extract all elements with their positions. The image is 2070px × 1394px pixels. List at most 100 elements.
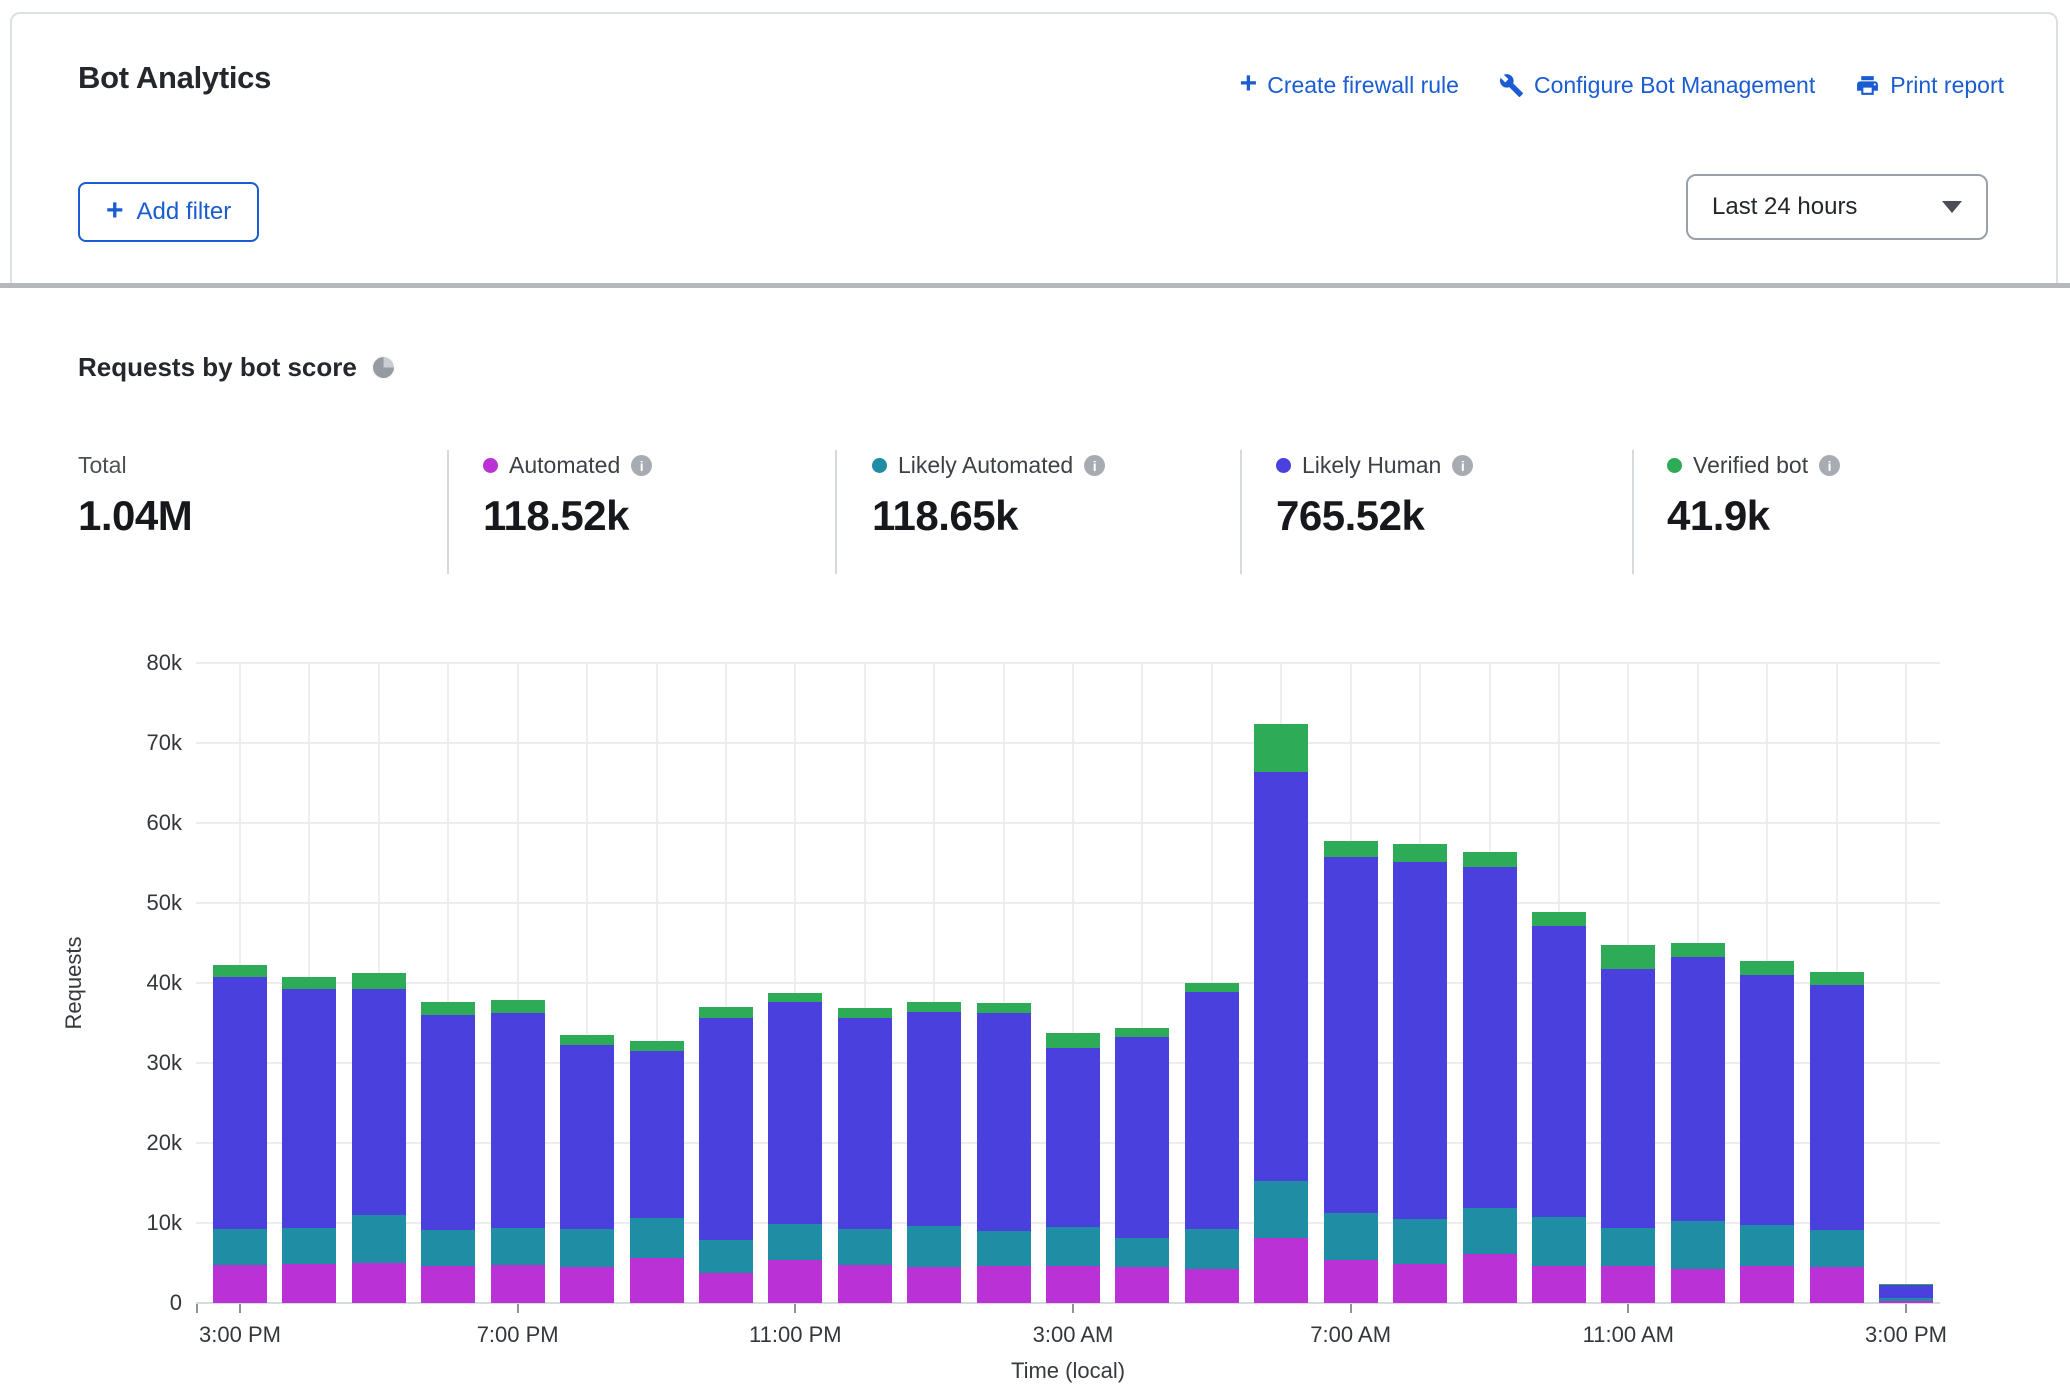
bar-segment-automated[interactable] bbox=[838, 1265, 892, 1303]
bar-segment-automated[interactable] bbox=[282, 1264, 336, 1303]
bar-segment-verified-bot[interactable] bbox=[1115, 1028, 1169, 1038]
bar-segment-likely-human[interactable] bbox=[1879, 1285, 1933, 1299]
bar-segment-automated[interactable] bbox=[907, 1267, 961, 1303]
bar-segment-verified-bot[interactable] bbox=[1393, 844, 1447, 862]
bar-segment-verified-bot[interactable] bbox=[491, 1000, 545, 1014]
bar-segment-likely-automated[interactable] bbox=[1393, 1219, 1447, 1264]
bar-segment-verified-bot[interactable] bbox=[1046, 1033, 1100, 1048]
bar-segment-verified-bot[interactable] bbox=[1601, 945, 1655, 969]
bar-segment-verified-bot[interactable] bbox=[1185, 983, 1239, 992]
bar-segment-likely-human[interactable] bbox=[282, 989, 336, 1227]
bar-segment-likely-human[interactable] bbox=[213, 977, 267, 1228]
bar-segment-verified-bot[interactable] bbox=[213, 965, 267, 977]
bar-segment-likely-human[interactable] bbox=[907, 1012, 961, 1226]
bar-segment-likely-automated[interactable] bbox=[1532, 1217, 1586, 1267]
bar-segment-likely-human[interactable] bbox=[630, 1051, 684, 1218]
bar-segment-automated[interactable] bbox=[699, 1273, 753, 1303]
bar-segment-likely-human[interactable] bbox=[1463, 867, 1517, 1208]
bar-segment-automated[interactable] bbox=[977, 1266, 1031, 1303]
bar-segment-automated[interactable] bbox=[352, 1263, 406, 1303]
time-range-select[interactable]: Last 24 hours bbox=[1686, 174, 1988, 240]
bar-segment-automated[interactable] bbox=[560, 1267, 614, 1303]
bar-segment-verified-bot[interactable] bbox=[1671, 943, 1725, 957]
bar-segment-automated[interactable] bbox=[630, 1258, 684, 1303]
bar-segment-verified-bot[interactable] bbox=[907, 1002, 961, 1012]
info-icon[interactable]: i bbox=[1452, 455, 1473, 476]
bar-segment-likely-automated[interactable] bbox=[699, 1240, 753, 1274]
bar-segment-likely-human[interactable] bbox=[491, 1013, 545, 1227]
bar-segment-likely-human[interactable] bbox=[1601, 969, 1655, 1227]
bar-segment-likely-human[interactable] bbox=[699, 1018, 753, 1240]
bar-segment-verified-bot[interactable] bbox=[282, 977, 336, 990]
bar-segment-verified-bot[interactable] bbox=[699, 1007, 753, 1018]
bar-segment-likely-automated[interactable] bbox=[1463, 1208, 1517, 1254]
bar-segment-likely-human[interactable] bbox=[977, 1013, 1031, 1231]
bar-segment-verified-bot[interactable] bbox=[630, 1041, 684, 1051]
bar-segment-likely-automated[interactable] bbox=[977, 1231, 1031, 1266]
bar-segment-verified-bot[interactable] bbox=[768, 993, 822, 1003]
bar-segment-automated[interactable] bbox=[213, 1265, 267, 1303]
bar-segment-automated[interactable] bbox=[768, 1260, 822, 1303]
bar-segment-likely-human[interactable] bbox=[1671, 957, 1725, 1221]
bar-segment-likely-automated[interactable] bbox=[421, 1230, 475, 1266]
bar-segment-likely-human[interactable] bbox=[352, 989, 406, 1215]
bar-segment-likely-automated[interactable] bbox=[838, 1229, 892, 1265]
bar-segment-likely-automated[interactable] bbox=[1879, 1298, 1933, 1300]
create-firewall-rule-link[interactable]: + Create firewall rule bbox=[1240, 72, 1459, 99]
bar-segment-likely-automated[interactable] bbox=[1324, 1213, 1378, 1259]
bar-segment-likely-human[interactable] bbox=[1393, 862, 1447, 1219]
bar-segment-likely-automated[interactable] bbox=[1046, 1227, 1100, 1266]
info-icon[interactable]: i bbox=[1084, 455, 1105, 476]
bar-segment-verified-bot[interactable] bbox=[977, 1003, 1031, 1013]
bar-segment-automated[interactable] bbox=[1393, 1264, 1447, 1303]
info-icon[interactable]: i bbox=[1819, 455, 1840, 476]
bar-segment-likely-automated[interactable] bbox=[213, 1229, 267, 1266]
bar-segment-automated[interactable] bbox=[1879, 1301, 1933, 1303]
bar-segment-verified-bot[interactable] bbox=[1324, 841, 1378, 856]
bar-segment-likely-human[interactable] bbox=[1810, 985, 1864, 1230]
bar-segment-likely-automated[interactable] bbox=[1671, 1221, 1725, 1269]
bar-segment-likely-human[interactable] bbox=[838, 1018, 892, 1229]
bar-segment-automated[interactable] bbox=[1532, 1266, 1586, 1303]
bar-segment-verified-bot[interactable] bbox=[1532, 912, 1586, 926]
bar-segment-verified-bot[interactable] bbox=[1463, 852, 1517, 867]
bar-segment-likely-automated[interactable] bbox=[491, 1228, 545, 1266]
bar-segment-likely-human[interactable] bbox=[1185, 992, 1239, 1229]
bar-segment-automated[interactable] bbox=[1046, 1266, 1100, 1303]
bar-segment-verified-bot[interactable] bbox=[838, 1008, 892, 1018]
bar-segment-automated[interactable] bbox=[1185, 1269, 1239, 1303]
bar-segment-automated[interactable] bbox=[491, 1265, 545, 1303]
bar-segment-likely-automated[interactable] bbox=[560, 1229, 614, 1267]
add-filter-button[interactable]: + Add filter bbox=[78, 182, 259, 242]
bar-segment-automated[interactable] bbox=[1463, 1254, 1517, 1303]
bar-segment-verified-bot[interactable] bbox=[560, 1035, 614, 1045]
configure-bot-management-link[interactable]: Configure Bot Management bbox=[1499, 72, 1815, 99]
bar-segment-automated[interactable] bbox=[1740, 1266, 1794, 1303]
info-icon[interactable]: i bbox=[631, 455, 652, 476]
bar-segment-likely-automated[interactable] bbox=[282, 1228, 336, 1264]
bar-segment-likely-automated[interactable] bbox=[1254, 1181, 1308, 1239]
bar-segment-likely-human[interactable] bbox=[1254, 772, 1308, 1181]
bar-segment-likely-automated[interactable] bbox=[907, 1226, 961, 1267]
bar-segment-automated[interactable] bbox=[1810, 1267, 1864, 1303]
bar-segment-likely-human[interactable] bbox=[1115, 1037, 1169, 1238]
bar-segment-automated[interactable] bbox=[1324, 1260, 1378, 1303]
bar-segment-automated[interactable] bbox=[1671, 1269, 1725, 1303]
bar-segment-verified-bot[interactable] bbox=[1254, 724, 1308, 772]
bar-segment-likely-automated[interactable] bbox=[768, 1224, 822, 1260]
print-report-link[interactable]: Print report bbox=[1855, 72, 2004, 99]
bar-segment-likely-automated[interactable] bbox=[630, 1218, 684, 1258]
bar-segment-likely-human[interactable] bbox=[1324, 857, 1378, 1214]
bar-segment-likely-automated[interactable] bbox=[1810, 1230, 1864, 1267]
bar-segment-automated[interactable] bbox=[1601, 1266, 1655, 1303]
bar-segment-likely-human[interactable] bbox=[421, 1015, 475, 1230]
bar-segment-verified-bot[interactable] bbox=[1879, 1284, 1933, 1285]
bar-segment-likely-human[interactable] bbox=[1532, 926, 1586, 1216]
bar-segment-likely-automated[interactable] bbox=[1115, 1238, 1169, 1267]
bar-segment-verified-bot[interactable] bbox=[1810, 972, 1864, 986]
bar-segment-likely-automated[interactable] bbox=[1740, 1225, 1794, 1267]
bar-segment-automated[interactable] bbox=[1254, 1238, 1308, 1303]
bar-segment-likely-human[interactable] bbox=[768, 1002, 822, 1224]
bar-segment-likely-human[interactable] bbox=[1046, 1048, 1100, 1227]
bar-segment-likely-human[interactable] bbox=[560, 1045, 614, 1228]
